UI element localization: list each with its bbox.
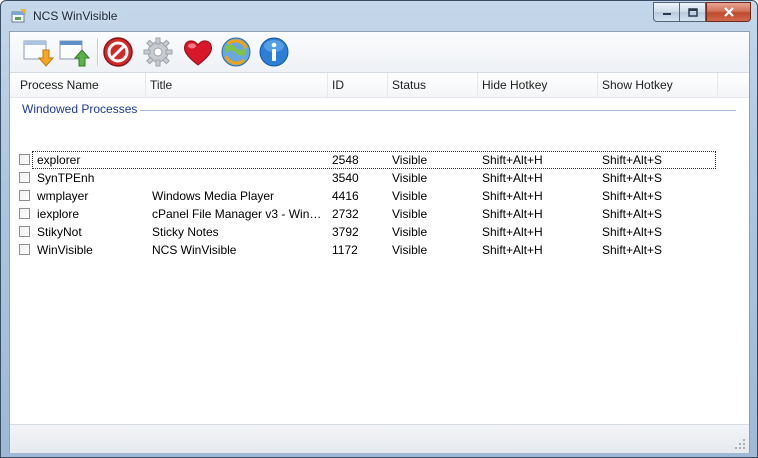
cell-show: Shift+Alt+S xyxy=(602,207,663,221)
app-window: NCS WinVisible Process Name Title ID Sta… xyxy=(0,0,758,458)
cell-status: Visible xyxy=(392,171,428,185)
cell-status: Visible xyxy=(392,189,428,203)
cell-id: 4416 xyxy=(332,189,359,203)
close-button[interactable] xyxy=(706,2,751,22)
about-button[interactable] xyxy=(258,36,290,68)
cell-show: Shift+Alt+S xyxy=(602,225,663,239)
no-entry-icon xyxy=(103,37,133,67)
title-bar[interactable]: NCS WinVisible xyxy=(1,1,757,31)
window-arrow-up-icon xyxy=(59,40,91,67)
settings-button[interactable] xyxy=(142,36,174,68)
cell-show: Shift+Alt+S xyxy=(602,189,663,203)
client-area: Process Name Title ID Status Hide Hotkey… xyxy=(9,31,750,453)
cell-process: WinVisible xyxy=(37,243,93,257)
column-header-hide-hotkey[interactable]: Hide Hotkey xyxy=(478,73,598,97)
cell-id: 1172 xyxy=(332,243,358,257)
cell-process: explorer xyxy=(37,153,81,167)
status-bar xyxy=(10,424,749,453)
heart-icon xyxy=(183,40,213,66)
toolbar xyxy=(10,32,749,73)
cell-title: cPanel File Manager v3 - Windo... xyxy=(152,207,322,221)
gear-icon xyxy=(143,37,173,67)
update-button[interactable] xyxy=(220,36,252,68)
minimize-button[interactable] xyxy=(653,2,679,22)
cell-hide: Shift+Alt+H xyxy=(482,243,543,257)
column-header-title[interactable]: Title xyxy=(146,73,328,97)
cell-title: Windows Media Player xyxy=(152,189,275,203)
row-checkbox[interactable] xyxy=(19,208,30,219)
cell-process: iexplore xyxy=(37,207,80,221)
row-checkbox[interactable] xyxy=(19,172,30,183)
window-title: NCS WinVisible xyxy=(33,9,118,23)
cell-title: NCS WinVisible xyxy=(152,243,237,257)
cell-id: 2732 xyxy=(332,207,359,221)
maximize-button[interactable] xyxy=(679,2,706,22)
list-header: Process Name Title ID Status Hide Hotkey… xyxy=(10,73,749,98)
minimize-icon xyxy=(662,13,671,15)
table-row[interactable]: SynTPEnh 3540 Visible Shift+Alt+H Shift+Alt+… xyxy=(10,169,749,187)
table-row[interactable]: StikyNot Sticky Notes 3792 Visible Shift+Alt… xyxy=(10,223,749,241)
cell-show: Shift+Alt+S xyxy=(602,243,663,257)
cell-status: Visible xyxy=(392,153,428,167)
cell-show: Shift+Alt+S xyxy=(602,171,663,185)
table-row[interactable]: iexplore cPanel File Manager v3 - Windo..… xyxy=(10,205,749,223)
column-header-status[interactable]: Status xyxy=(388,73,478,97)
cell-process: SynTPEnh xyxy=(37,171,95,185)
process-list[interactable]: Process Name Title ID Status Hide Hotkey… xyxy=(10,73,749,424)
cell-status: Visible xyxy=(392,225,428,239)
row-checkbox[interactable] xyxy=(19,154,30,165)
resize-grip-icon[interactable] xyxy=(734,438,746,450)
window-controls xyxy=(653,2,751,22)
cell-id: 3792 xyxy=(332,225,359,239)
row-checkbox[interactable] xyxy=(19,226,30,237)
cell-id: 3540 xyxy=(332,171,359,185)
group-divider xyxy=(140,110,736,111)
cell-hide: Shift+Alt+H xyxy=(482,189,543,203)
column-header-show-hotkey[interactable]: Show Hotkey xyxy=(598,73,718,97)
cell-hide: Shift+Alt+H xyxy=(482,171,543,185)
cell-hide: Shift+Alt+H xyxy=(482,225,543,239)
show-window-button[interactable] xyxy=(58,36,91,68)
info-icon xyxy=(259,37,289,67)
column-header-id[interactable]: ID xyxy=(328,73,388,97)
row-checkbox[interactable] xyxy=(19,244,30,255)
group-header: Windowed Processes xyxy=(22,102,138,116)
table-row[interactable]: wmplayer Windows Media Player 4416 Visible S… xyxy=(10,187,749,205)
toolbar-separator xyxy=(97,38,99,66)
cell-id: 2548 xyxy=(332,153,359,167)
app-icon xyxy=(11,9,26,23)
cell-process: wmplayer xyxy=(37,189,89,203)
cell-status: Visible xyxy=(392,207,428,221)
column-header-process-name[interactable]: Process Name xyxy=(16,73,146,97)
table-row[interactable]: explorer 2548 Visible Shift+Alt+H Shift+Alt+… xyxy=(10,151,749,169)
table-row[interactable]: WinVisible NCS WinVisible 1172 Visible Shift… xyxy=(10,241,749,259)
globe-refresh-icon xyxy=(221,37,251,67)
row-checkbox[interactable] xyxy=(19,190,30,201)
cell-title: Sticky Notes xyxy=(152,225,219,239)
favorite-button[interactable] xyxy=(182,36,214,68)
maximize-icon xyxy=(687,7,698,17)
close-icon xyxy=(723,7,734,17)
cell-status: Visible xyxy=(392,243,428,257)
hide-window-button[interactable] xyxy=(22,36,55,68)
cell-hide: Shift+Alt+H xyxy=(482,153,543,167)
window-arrow-down-icon xyxy=(23,40,55,67)
cell-process: StikyNot xyxy=(37,225,82,239)
cell-show: Shift+Alt+S xyxy=(602,153,663,167)
cell-hide: Shift+Alt+H xyxy=(482,207,543,221)
stop-button[interactable] xyxy=(102,36,134,68)
